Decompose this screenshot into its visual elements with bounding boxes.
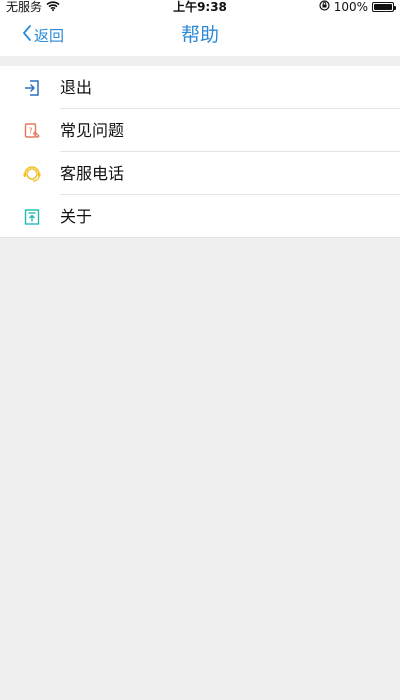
orientation-lock-icon (319, 0, 330, 14)
about-icon (22, 207, 42, 227)
battery-fill (374, 4, 392, 10)
status-bar: 无服务 上午9:38 100% (0, 0, 400, 14)
menu-item-label: 常见问题 (60, 121, 125, 140)
battery-icon (372, 2, 396, 12)
menu-item-about[interactable]: 关于 (0, 195, 400, 238)
faq-icon: ? (22, 121, 42, 141)
menu-item-customer-service[interactable]: 客服电话 (0, 152, 400, 195)
logout-icon (22, 78, 42, 98)
battery-percent: 100% (333, 0, 368, 14)
menu-item-logout[interactable]: 退出 (0, 66, 400, 109)
nav-bar: 返回 帮助 (0, 14, 400, 56)
headset-icon (22, 164, 42, 184)
menu-item-label: 客服电话 (60, 164, 125, 183)
help-menu-list: 退出 ? 常见问题 客服电话 关于 (0, 66, 400, 238)
svg-text:?: ? (28, 127, 32, 136)
menu-item-label: 关于 (60, 207, 93, 226)
status-right: 100% (319, 0, 396, 14)
menu-item-faq[interactable]: ? 常见问题 (0, 109, 400, 152)
page-title: 帮助 (180, 24, 219, 46)
divider (0, 237, 400, 238)
menu-item-label: 退出 (60, 78, 93, 97)
